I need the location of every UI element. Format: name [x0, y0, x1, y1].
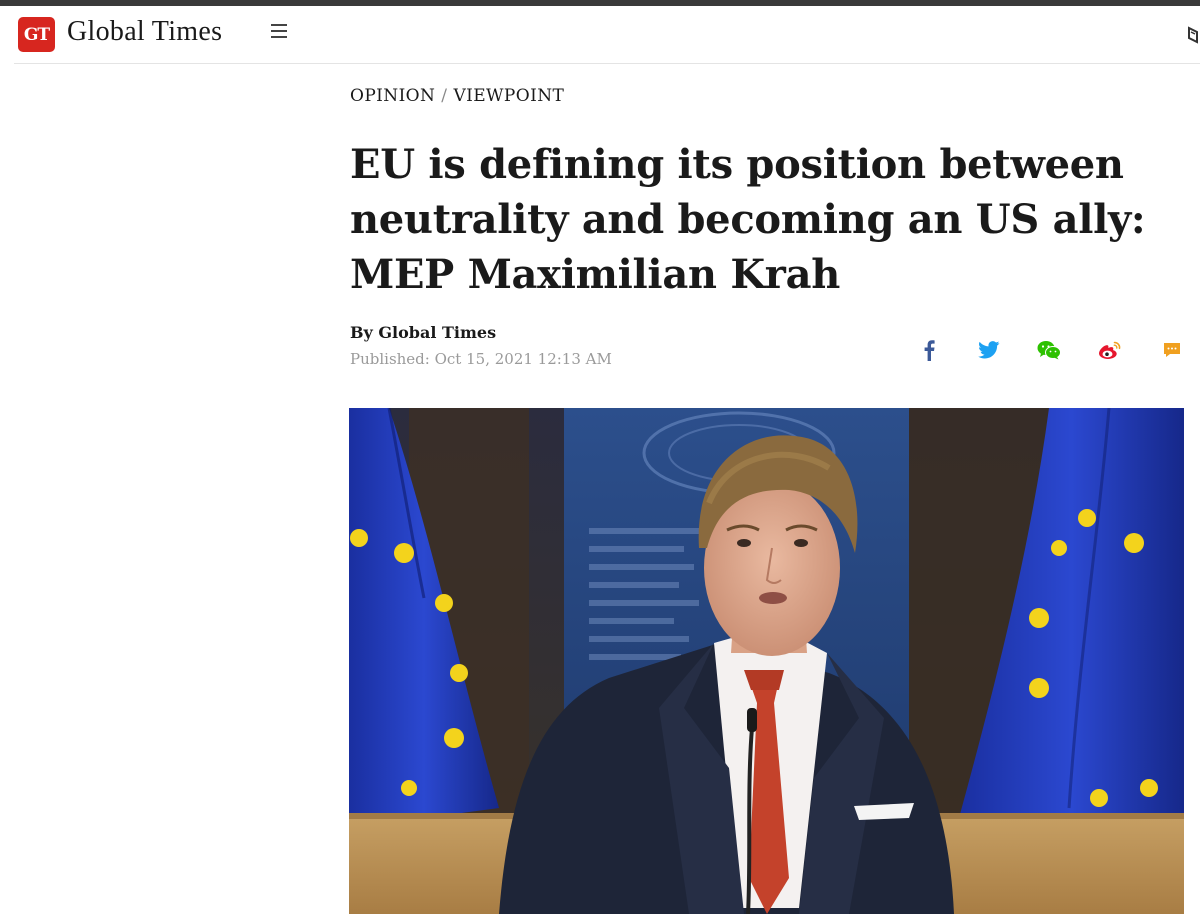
breadcrumb: OPINION / VIEWPOINT	[350, 86, 564, 106]
site-header: GT Global Times	[14, 6, 1200, 64]
article-headline: EU is defining its position between neut…	[350, 141, 1146, 298]
article-photo	[349, 408, 1184, 914]
weibo-icon	[1099, 341, 1121, 359]
facebook-icon	[924, 340, 935, 361]
facebook-share-button[interactable]	[917, 338, 941, 362]
twitter-icon	[978, 341, 1000, 359]
breadcrumb-viewpoint-link[interactable]: VIEWPOINT	[453, 86, 564, 106]
wechat-share-button[interactable]	[1037, 338, 1061, 362]
article-photo-illustration	[349, 408, 1184, 914]
breadcrumb-opinion-link[interactable]: OPINION	[350, 86, 435, 106]
wechat-icon	[1037, 341, 1061, 360]
global-times-logo-badge[interactable]: GT	[18, 17, 55, 52]
comment-button[interactable]	[1160, 338, 1184, 362]
twitter-share-button[interactable]	[977, 338, 1001, 362]
weibo-share-button[interactable]	[1098, 338, 1122, 362]
comment-icon	[1164, 343, 1180, 357]
article-byline: By Global Times	[350, 323, 497, 342]
breadcrumb-separator: /	[441, 86, 448, 106]
global-times-logo-text[interactable]: Global Times	[67, 16, 222, 48]
partial-edge-icon[interactable]	[1186, 26, 1198, 44]
article-published-date: Published: Oct 15, 2021 12:13 AM	[350, 350, 612, 368]
hamburger-menu-icon[interactable]	[271, 24, 287, 40]
